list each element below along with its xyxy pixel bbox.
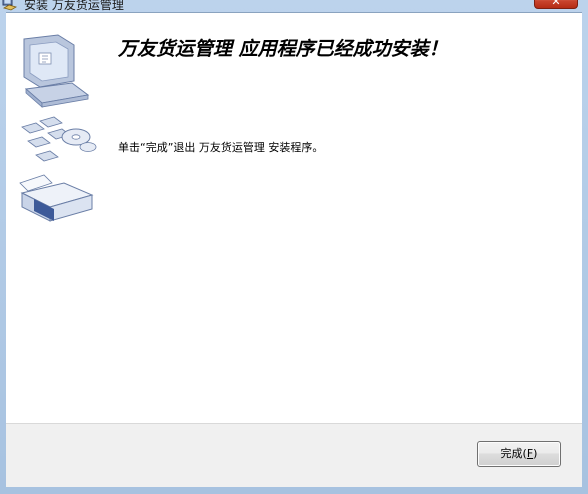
close-button[interactable]: ✕ [534, 0, 578, 9]
page-title: 万友货运管理 应用程序已经成功安装！ [118, 38, 448, 60]
close-icon: ✕ [551, 0, 561, 8]
installer-window: 安装 万友货运管理 ✕ 万友货运管理 应用程序已经成功安装！ 单击“完成”退出 … [0, 0, 588, 494]
instruction-text: 单击“完成”退出 万友货运管理 安装程序。 [118, 141, 324, 154]
finish-button-label: 完成( [500, 447, 527, 460]
finish-button[interactable]: 完成(F) [477, 441, 561, 467]
content-panel: 万友货运管理 应用程序已经成功安装！ 单击“完成”退出 万友货运管理 安装程序。 [6, 12, 582, 423]
button-bar: 完成(F) [6, 423, 582, 487]
installer-app-icon [2, 0, 17, 11]
install-illustration-icon [19, 34, 97, 222]
finish-button-suffix: ) [533, 447, 538, 460]
title-bar[interactable]: 安装 万友货运管理 ✕ [0, 0, 588, 12]
